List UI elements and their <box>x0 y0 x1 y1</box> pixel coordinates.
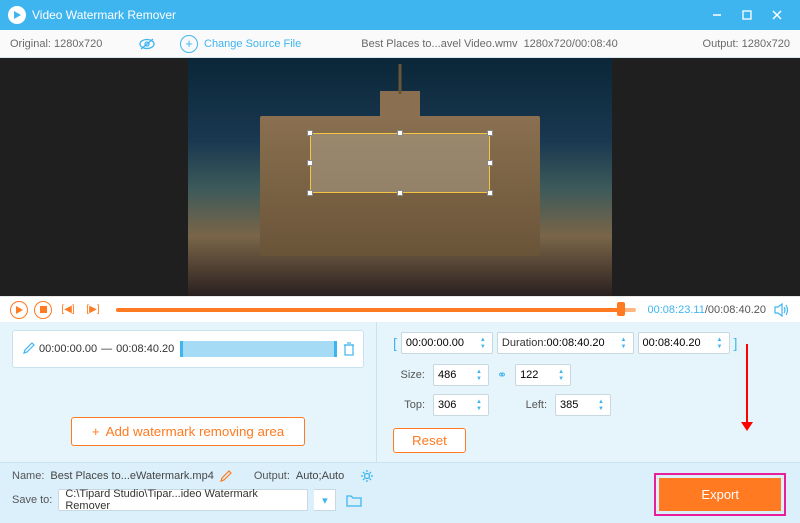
stepper-down[interactable]: ▼ <box>478 343 488 350</box>
resize-handle[interactable] <box>307 130 313 136</box>
stepper-up[interactable]: ▲ <box>619 336 629 343</box>
stepper-down[interactable]: ▼ <box>596 405 606 412</box>
resize-handle[interactable] <box>487 130 493 136</box>
link-aspect-icon[interactable]: ⚭ <box>497 368 507 382</box>
output-setting-value: Auto;Auto <box>296 470 344 482</box>
export-highlight-annotation: Export <box>654 473 786 516</box>
play-button[interactable] <box>10 301 28 319</box>
color-picker-icon[interactable] <box>21 342 35 356</box>
clip-start: 00:00:00.00 <box>39 343 97 355</box>
app-title: Video Watermark Remover <box>32 8 702 22</box>
export-button[interactable]: Export <box>659 478 781 511</box>
watermark-clip-item[interactable]: 00:00:00.00 — 00:08:40.20 <box>12 330 364 368</box>
change-source-label: Change Source File <box>204 38 301 50</box>
add-watermark-area-button[interactable]: + Add watermark removing area <box>71 417 305 446</box>
app-logo-icon <box>8 6 26 24</box>
source-filename: Best Places to...avel Video.wmv <box>361 38 517 50</box>
set-start-bracket-button[interactable]: [ <box>393 335 397 351</box>
minimize-button[interactable] <box>702 0 732 30</box>
top-input[interactable]: ▲▼ <box>433 394 489 416</box>
start-time-input[interactable]: ▲▼ <box>401 332 493 354</box>
output-settings-icon[interactable] <box>360 469 374 483</box>
resize-handle[interactable] <box>397 130 403 136</box>
output-label: Output: <box>703 38 739 50</box>
change-source-button[interactable]: + Change Source File <box>180 35 301 53</box>
top-label: Top: <box>393 399 425 411</box>
duration-label: Duration: <box>502 337 547 349</box>
save-path-dropdown[interactable]: ▾ <box>314 489 336 511</box>
prev-frame-button[interactable]: [◀] <box>58 302 78 318</box>
open-folder-icon[interactable] <box>346 494 362 507</box>
end-time-input[interactable]: ▲▼ <box>638 332 730 354</box>
duration-input[interactable]: Duration: ▲▼ <box>497 332 634 354</box>
watermark-selection-region[interactable] <box>310 133 490 193</box>
left-input[interactable]: ▲▼ <box>555 394 611 416</box>
output-filename: Best Places to...eWatermark.mp4 <box>50 470 213 482</box>
reset-button[interactable]: Reset <box>393 428 466 453</box>
output-setting-label: Output: <box>254 470 290 482</box>
stepper-up[interactable]: ▲ <box>596 398 606 405</box>
height-input[interactable]: ▲▼ <box>515 364 571 386</box>
save-to-label: Save to: <box>12 494 52 506</box>
stepper-down[interactable]: ▼ <box>474 375 484 382</box>
plus-icon: + <box>92 424 100 439</box>
plus-icon: + <box>180 35 198 53</box>
maximize-button[interactable] <box>732 0 762 30</box>
current-time: 00:08:23.11 <box>648 304 705 316</box>
resize-handle[interactable] <box>307 160 313 166</box>
left-label: Left: <box>519 399 547 411</box>
stepper-up[interactable]: ▲ <box>474 398 484 405</box>
clip-end: 00:08:40.20 <box>116 343 174 355</box>
stepper-up[interactable]: ▲ <box>715 336 725 343</box>
resize-handle[interactable] <box>487 190 493 196</box>
clip-range-slider[interactable] <box>180 341 337 357</box>
save-path-input[interactable]: C:\Tipard Studio\Tipar...ideo Watermark … <box>58 489 308 511</box>
name-label: Name: <box>12 470 44 482</box>
volume-icon[interactable] <box>774 303 790 317</box>
resize-handle[interactable] <box>307 190 313 196</box>
delete-clip-icon[interactable] <box>343 342 355 356</box>
set-end-bracket-button[interactable]: ] <box>734 335 738 351</box>
stop-button[interactable] <box>34 301 52 319</box>
stepper-down[interactable]: ▼ <box>556 375 566 382</box>
next-frame-button[interactable]: [▶] <box>83 302 103 318</box>
stepper-up[interactable]: ▲ <box>556 368 566 375</box>
resize-handle[interactable] <box>397 190 403 196</box>
stepper-down[interactable]: ▼ <box>619 343 629 350</box>
stepper-up[interactable]: ▲ <box>478 336 488 343</box>
output-resolution: 1280x720 <box>742 38 790 50</box>
annotation-arrow <box>746 344 748 424</box>
width-input[interactable]: ▲▼ <box>433 364 489 386</box>
close-button[interactable] <box>762 0 792 30</box>
video-preview[interactable] <box>0 58 800 296</box>
preview-toggle-icon[interactable] <box>138 38 156 50</box>
total-duration: 00:08:40.20 <box>708 304 766 316</box>
stepper-down[interactable]: ▼ <box>474 405 484 412</box>
original-resolution: 1280x720 <box>54 38 102 50</box>
timeline-slider[interactable] <box>116 308 636 312</box>
size-label: Size: <box>393 369 425 381</box>
edit-name-icon[interactable] <box>220 470 232 482</box>
original-label: Original: <box>10 38 51 50</box>
clip-sep: — <box>101 343 112 355</box>
stepper-up[interactable]: ▲ <box>474 368 484 375</box>
resize-handle[interactable] <box>487 160 493 166</box>
source-dim-duration: 1280x720/00:08:40 <box>524 38 618 50</box>
timeline-handle[interactable] <box>617 302 625 316</box>
add-area-label: Add watermark removing area <box>106 424 285 439</box>
stepper-down[interactable]: ▼ <box>715 343 725 350</box>
save-path-value: C:\Tipard Studio\Tipar...ideo Watermark … <box>65 488 301 512</box>
